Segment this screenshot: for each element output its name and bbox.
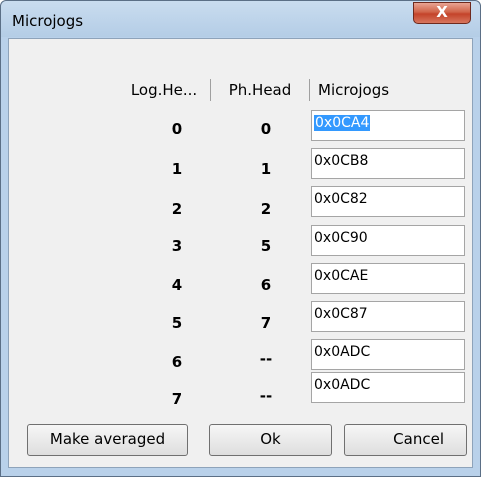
make-averaged-button[interactable]: Make averaged xyxy=(27,424,188,456)
ok-button[interactable]: Ok xyxy=(209,424,332,456)
ph-head-cell: 1 xyxy=(260,160,272,178)
ph-head-cell: -- xyxy=(259,387,273,405)
ph-head-cell: -- xyxy=(259,350,273,368)
microjog-input[interactable]: 0x0C82 xyxy=(311,186,465,217)
close-icon: X xyxy=(436,3,448,21)
column-header-log-head[interactable]: Log.He... xyxy=(118,78,210,102)
ph-head-cell: 7 xyxy=(260,314,272,332)
cancel-button[interactable]: Cancel xyxy=(344,424,467,456)
column-header-ph-head[interactable]: Ph.Head xyxy=(211,78,309,102)
log-head-cell: 3 xyxy=(171,237,183,255)
log-head-cell: 1 xyxy=(171,160,183,178)
log-head-cell: 4 xyxy=(171,276,183,294)
log-head-cell: 6 xyxy=(171,353,183,371)
microjog-value: 0x0CA4 xyxy=(314,115,371,131)
microjog-input[interactable]: 0x0ADC xyxy=(311,372,465,403)
ph-head-cell: 2 xyxy=(260,200,272,218)
log-head-cell: 7 xyxy=(171,390,183,408)
window-title: Microjogs xyxy=(12,12,84,30)
microjog-input[interactable]: 0x0CA4 xyxy=(311,110,465,141)
ph-head-cell: 0 xyxy=(260,120,272,138)
title-bar[interactable]: Microjogs X xyxy=(1,1,480,37)
log-head-cell: 2 xyxy=(171,200,183,218)
column-header-microjogs[interactable]: Microjogs xyxy=(310,78,426,102)
close-button[interactable]: X xyxy=(413,2,471,24)
microjog-input[interactable]: 0x0CB8 xyxy=(311,148,465,179)
microjog-input[interactable]: 0x0C90 xyxy=(311,225,465,256)
log-head-cell: 0 xyxy=(171,120,183,138)
microjog-input[interactable]: 0x0ADC xyxy=(311,339,465,370)
log-head-cell: 5 xyxy=(171,314,183,332)
microjog-input[interactable]: 0x0C87 xyxy=(311,301,465,332)
ph-head-cell: 5 xyxy=(260,237,272,255)
microjog-input[interactable]: 0x0CAE xyxy=(311,263,465,294)
ph-head-cell: 6 xyxy=(260,276,272,294)
